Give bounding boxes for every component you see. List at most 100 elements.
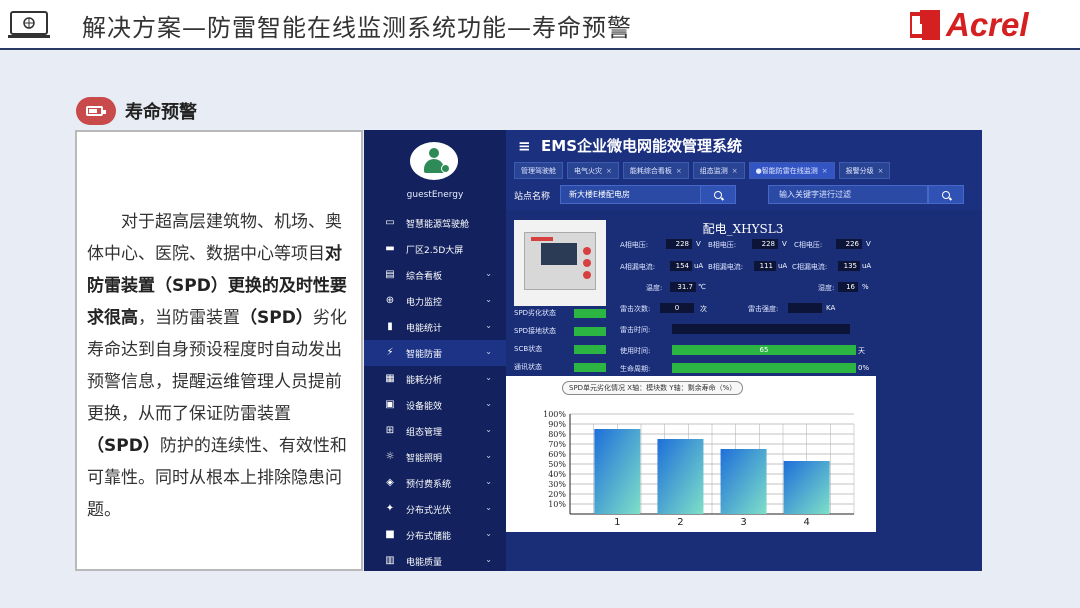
search-icon <box>942 190 950 199</box>
intensity-value <box>788 303 822 313</box>
sidebar-item-label: 厂区2.5D大屏 <box>406 245 464 256</box>
x-tick-label: 2 <box>677 517 683 528</box>
solar-icon: ✦ <box>385 503 395 514</box>
status-label: SPD接地状态 <box>514 327 557 335</box>
spd-device-image <box>514 220 606 306</box>
chevron-down-icon: ⌄ <box>485 555 492 564</box>
sidebar-item-label: 智能防雷 <box>406 349 443 360</box>
monitor-icon <box>8 11 50 38</box>
station-search-button[interactable] <box>700 185 736 204</box>
life-value: 0% <box>858 364 870 372</box>
sidebar-item-label: 智能照明 <box>406 453 443 464</box>
sidebar-item[interactable]: ⊕ 电力监控 ⌄ <box>364 288 506 314</box>
chevron-down-icon: ⌄ <box>485 529 492 538</box>
sidebar-item[interactable]: ⚡ 智能防雷 ⌄ <box>364 340 506 366</box>
sidebar-item[interactable]: ■ 分布式储能 ⌄ <box>364 522 506 548</box>
bar <box>783 461 830 514</box>
status-indicator <box>574 344 606 354</box>
y-tick-label: 10% <box>548 500 566 509</box>
use-time-bar: 65 <box>672 345 856 355</box>
chevron-down-icon: ⌄ <box>485 477 492 486</box>
hum-unit: % <box>862 283 869 291</box>
chart-title: SPD单元劣化情况 X轴：模块数 Y轴：剩余寿命（%） <box>562 381 744 395</box>
strike-time-label: 雷击时间: <box>620 326 651 334</box>
sidebar-item[interactable]: ▦ 能耗分析 ⌄ <box>364 366 506 392</box>
sidebar-item[interactable]: ◈ 预付费系统 ⌄ <box>364 470 506 496</box>
description-panel: 对于超高层建筑物、机场、奥体中心、医院、数据中心等项目对防雷装置（SPD）更换的… <box>75 130 363 571</box>
chevron-down-icon: ⌄ <box>485 451 492 460</box>
page-title: 解决方案—防雷智能在线监测系统功能—寿命预警 <box>82 14 632 42</box>
sidebar-item-label: 综合看板 <box>406 271 443 282</box>
va-label: A相电压: <box>620 241 649 249</box>
sidebar-item-label: 电能质量 <box>406 557 443 568</box>
close-icon[interactable]: × <box>878 167 884 175</box>
dashboard-icon: ▭ <box>385 217 395 228</box>
desc-text: ，当防雷装置 <box>138 308 240 328</box>
temp-unit: ℃ <box>698 283 706 291</box>
x-tick-label: 1 <box>614 517 620 528</box>
sidebar-item-label: 分布式光伏 <box>406 505 452 516</box>
ic-label: C相漏电流: <box>792 263 828 271</box>
sidebar-item[interactable]: ▭ 智慧能源驾驶舱 <box>364 210 506 236</box>
status-row: SPD劣化状态 <box>514 304 606 322</box>
x-tick-label: 4 <box>803 517 809 528</box>
desc-text: 对于超高层建筑物、机场、奥体中心、医院、数据中心等项目 <box>87 212 342 264</box>
topbar: ≡ EMS企业微电网能效管理系统 管理驾驶舱 电气火灾 × 能耗综合看板 × 组态监测 × ●… <box>506 130 982 210</box>
slide-header: 解决方案—防雷智能在线监测系统功能—寿命预警 Acrel <box>0 0 1080 50</box>
nav-tab[interactable]: 电气火灾 × <box>567 162 619 179</box>
close-icon[interactable]: × <box>822 167 828 175</box>
nav-tab[interactable]: 能耗综合看板 × <box>622 162 689 179</box>
ib-label: B相漏电流: <box>708 263 744 271</box>
bar <box>594 429 641 514</box>
tab-label: 能耗综合看板 <box>629 166 672 175</box>
user-avatar[interactable] <box>410 142 458 180</box>
sidebar-item[interactable]: ⊞ 组态管理 ⌄ <box>364 418 506 444</box>
nav-tab[interactable]: 组态监测 × <box>692 162 745 179</box>
status-label: SCB状态 <box>514 345 543 353</box>
readings-panel: 配电_XHYSL3 A相电压: 228 V B相电压: 228 V C相电压: … <box>612 220 874 376</box>
hamburger-icon[interactable]: ≡ <box>518 137 531 155</box>
status-indicator <box>574 326 606 336</box>
sidebar-item[interactable]: ▣ 设备能效 ⌄ <box>364 392 506 418</box>
section-title: 寿命预警 <box>125 102 197 123</box>
app-title: ≡ EMS企业微电网能效管理系统 <box>518 135 742 156</box>
sidebar-item-label: 分布式储能 <box>406 531 452 542</box>
bar <box>720 449 767 514</box>
sidebar-item[interactable]: ☼ 智能照明 ⌄ <box>364 444 506 470</box>
username: guestEnergy <box>406 190 464 200</box>
nav-tab[interactable]: 报警分级 × <box>838 162 891 179</box>
y-tick-label: 20% <box>548 490 566 499</box>
status-indicator <box>574 362 606 372</box>
status-row: SPD接地状态 <box>514 322 606 340</box>
status-row: SCB状态 <box>514 340 606 358</box>
chevron-down-icon: ⌄ <box>485 321 492 330</box>
intensity-unit: KA <box>826 304 836 312</box>
y-tick-label: 70% <box>548 440 566 449</box>
sidebar: guestEnergy ▭ 智慧能源驾驶舱 ▬ 厂区2.5D大屏 ▤ 综合看板 ⌄ ⊕ 电力监控… <box>364 130 506 571</box>
sidebar-item[interactable]: ✦ 分布式光伏 ⌄ <box>364 496 506 522</box>
sidebar-item[interactable]: ▤ 综合看板 ⌄ <box>364 262 506 288</box>
nav-tab[interactable]: 管理驾驶舱 <box>514 162 563 179</box>
status-label: 通讯状态 <box>514 363 542 371</box>
sidebar-item[interactable]: ▬ 厂区2.5D大屏 <box>364 236 506 262</box>
status-indicator <box>574 308 606 318</box>
tab-label: 电气火灾 <box>574 166 602 175</box>
sidebar-item-label: 预付费系统 <box>406 479 452 490</box>
nav-tab[interactable]: ●智能防雷在线监测 × <box>748 162 835 179</box>
close-icon[interactable]: × <box>676 167 682 175</box>
filter-search-button[interactable] <box>928 185 964 204</box>
prepaid-icon: ◈ <box>386 477 394 488</box>
vc-value: 226 <box>836 239 862 249</box>
power-quality-icon: ▥ <box>385 555 395 566</box>
close-icon[interactable]: × <box>732 167 738 175</box>
status-list: SPD劣化状态 SPD接地状态 SCB状态通讯状态 <box>514 304 606 376</box>
sidebar-item-label: 电力监控 <box>406 297 443 308</box>
ia-value: 154 <box>670 261 692 271</box>
filter-input[interactable]: 输入关键字进行过滤 <box>768 185 928 204</box>
x-tick-label: 3 <box>740 517 746 528</box>
sidebar-item[interactable]: ▥ 电能质量 ⌄ <box>364 548 506 571</box>
close-icon[interactable]: × <box>606 167 612 175</box>
y-tick-label: 80% <box>548 430 566 439</box>
chart-board-icon: ▤ <box>385 269 395 280</box>
sidebar-item[interactable]: ▮ 电能统计 ⌄ <box>364 314 506 340</box>
